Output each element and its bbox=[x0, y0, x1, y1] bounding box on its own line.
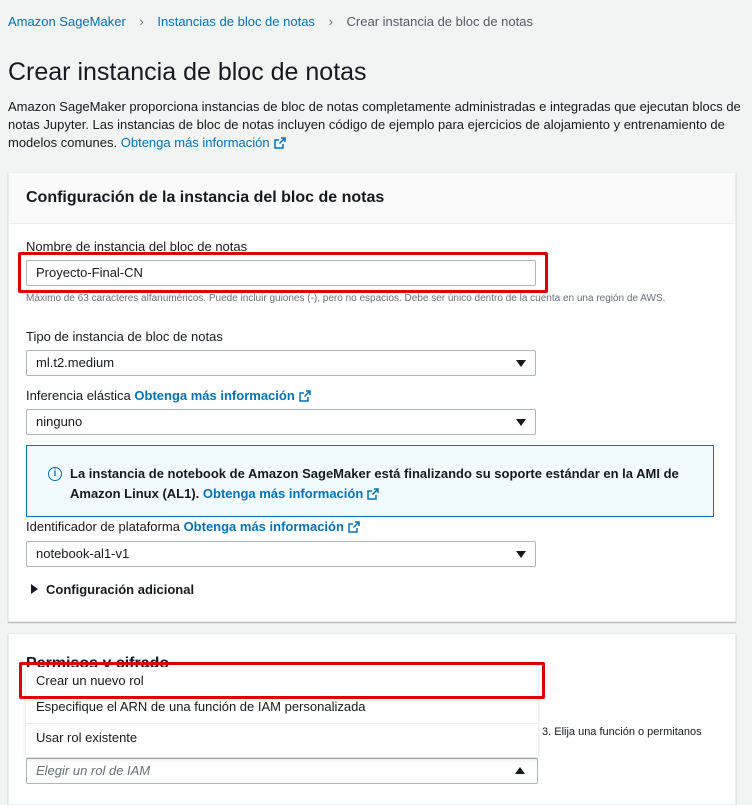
learn-more-link[interactable]: Obtenga más información bbox=[121, 135, 286, 150]
caret-down-icon bbox=[516, 419, 526, 426]
additional-config-label: Configuración adicional bbox=[46, 582, 195, 597]
iam-role-dropdown-menu: Crear un nuevo rol Especifique el ARN de… bbox=[26, 667, 538, 757]
role-option-existing[interactable]: Usar rol existente bbox=[26, 723, 538, 751]
caret-right-icon bbox=[31, 584, 38, 594]
notebook-name-value: Proyecto-Final-CN bbox=[36, 265, 143, 280]
platform-id-label: Identificador de plataforma Obtenga más … bbox=[26, 519, 360, 534]
notebook-name-label: Nombre de instancia del bloc de notas bbox=[26, 239, 248, 254]
external-link-icon bbox=[273, 137, 286, 149]
page-description: Amazon SageMaker proporciona instancias … bbox=[8, 98, 746, 152]
al1-link-label: Obtenga más información bbox=[202, 486, 364, 501]
page-title: Crear instancia de bloc de notas bbox=[8, 58, 367, 86]
al1-info-alert: i La instancia de notebook de Amazon Sag… bbox=[26, 445, 714, 517]
elastic-inference-link-label: Obtenga más información bbox=[134, 388, 295, 403]
al1-learn-more-link[interactable]: Obtenga más información bbox=[202, 486, 380, 501]
chevron-right-icon: › bbox=[328, 14, 333, 29]
iam-role-placeholder: Elegir un rol de IAM bbox=[36, 763, 151, 778]
elastic-inference-label-text: Inferencia elástica bbox=[26, 388, 131, 403]
external-link-icon bbox=[299, 390, 311, 402]
elastic-inference-select[interactable]: ninguno bbox=[26, 409, 536, 435]
breadcrumb-current: Crear instancia de bloc de notas bbox=[346, 14, 533, 29]
permissions-description: 3. Elija una función o permitanos bbox=[542, 726, 702, 738]
elastic-inference-label: Inferencia elástica Obtenga más informac… bbox=[26, 388, 311, 403]
breadcrumb-link-notebook-instances[interactable]: Instancias de bloc de notas bbox=[157, 14, 315, 29]
iam-role-select[interactable]: Elegir un rol de IAM bbox=[26, 758, 538, 784]
instance-type-label: Tipo de instancia de bloc de notas bbox=[26, 329, 223, 344]
chevron-right-icon: › bbox=[139, 14, 144, 29]
notebook-name-hint: Máximo de 63 caracteres alfanuméricos. P… bbox=[26, 293, 666, 304]
instance-type-select[interactable]: ml.t2.medium bbox=[26, 350, 536, 376]
elastic-inference-learn-more-link[interactable]: Obtenga más información bbox=[134, 388, 311, 403]
al1-info-text: La instancia de notebook de Amazon SageM… bbox=[70, 464, 680, 504]
platform-learn-more-link[interactable]: Obtenga más información bbox=[184, 519, 360, 534]
role-option-create-new[interactable]: Crear un nuevo rol bbox=[26, 667, 538, 695]
platform-id-label-text: Identificador de plataforma bbox=[26, 519, 180, 534]
platform-link-label: Obtenga más información bbox=[183, 519, 344, 534]
panel-header: Configuración de la instancia del bloc d… bbox=[9, 173, 735, 224]
notebook-name-input[interactable]: Proyecto-Final-CN bbox=[26, 260, 536, 286]
breadcrumb-link-sagemaker[interactable]: Amazon SageMaker bbox=[8, 14, 126, 29]
instance-type-value: ml.t2.medium bbox=[36, 355, 115, 370]
external-link-icon bbox=[367, 488, 380, 500]
info-icon: i bbox=[48, 467, 62, 481]
page-description-text: Amazon SageMaker proporciona instancias … bbox=[8, 99, 741, 150]
platform-id-select[interactable]: notebook-al1-v1 bbox=[26, 541, 536, 567]
panel-title: Configuración de la instancia del bloc d… bbox=[26, 189, 385, 206]
caret-up-icon bbox=[515, 767, 525, 774]
notebook-config-panel: Configuración de la instancia del bloc d… bbox=[8, 172, 736, 622]
platform-id-value: notebook-al1-v1 bbox=[36, 546, 130, 561]
role-option-custom-arn[interactable]: Especifique el ARN de una función de IAM… bbox=[26, 693, 538, 721]
additional-config-toggle[interactable]: Configuración adicional bbox=[31, 582, 194, 597]
learn-more-label: Obtenga más información bbox=[120, 135, 270, 150]
breadcrumb: Amazon SageMaker › Instancias de bloc de… bbox=[8, 14, 533, 29]
external-link-icon bbox=[348, 521, 360, 533]
elastic-inference-value: ninguno bbox=[36, 414, 83, 429]
caret-down-icon bbox=[516, 360, 526, 367]
caret-down-icon bbox=[516, 551, 526, 558]
